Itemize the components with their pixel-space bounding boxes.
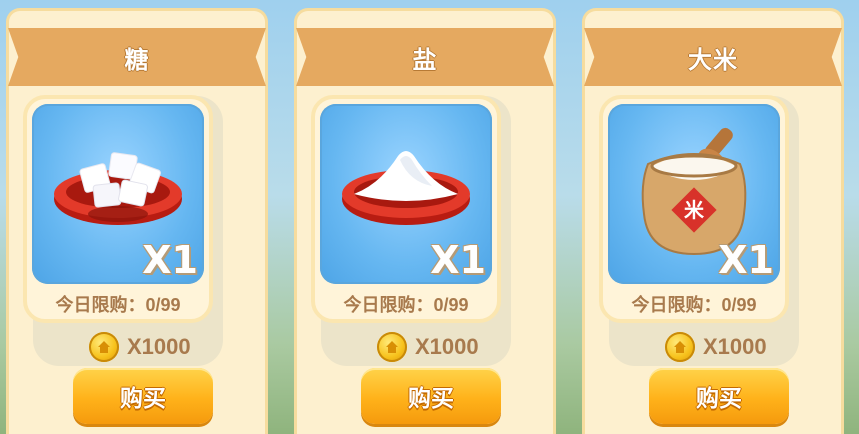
sack-label: 米 xyxy=(684,198,705,222)
buy-button-label: 购买 xyxy=(120,385,166,411)
item-price: X1000 xyxy=(127,334,191,359)
item-title: 大米 xyxy=(688,46,738,74)
buy-button-label: 购买 xyxy=(696,385,742,411)
item-frame: 米 X1 今日限购：0/99 xyxy=(599,95,789,323)
buy-button-label: 购买 xyxy=(408,385,454,411)
price-row: X1000 xyxy=(377,330,537,364)
item-quantity: X1 xyxy=(718,238,774,282)
shop-panel: 糖 X1 今日限购：0/99 X1000 购买 盐 X1 今日限购：0/99 X… xyxy=(0,0,859,434)
buy-button[interactable]: 购买 xyxy=(361,368,501,424)
item-image-box[interactable]: X1 xyxy=(320,104,492,284)
gold-coin-icon xyxy=(665,332,695,362)
buy-button[interactable]: 购买 xyxy=(73,368,213,424)
buy-button[interactable]: 购买 xyxy=(649,368,789,424)
item-image-box[interactable]: X1 xyxy=(32,104,204,284)
price-row: X1000 xyxy=(665,330,825,364)
item-quantity: X1 xyxy=(142,238,198,282)
item-price: X1000 xyxy=(415,334,479,359)
daily-limit-text: 今日限购：0/99 xyxy=(55,295,181,315)
shop-card-sugar: 糖 X1 今日限购：0/99 X1000 购买 xyxy=(6,8,268,434)
gold-coin-icon xyxy=(89,332,119,362)
item-title: 盐 xyxy=(412,46,438,74)
shop-card-salt: 盐 X1 今日限购：0/99 X1000 购买 xyxy=(294,8,556,434)
item-image-box[interactable]: 米 X1 xyxy=(608,104,780,284)
item-quantity: X1 xyxy=(430,238,486,282)
price-row: X1000 xyxy=(89,330,249,364)
shop-card-rice: 大米 米 X1 今日限购：0/99 X1000 购买 xyxy=(582,8,844,434)
item-title-ribbon: 大米 xyxy=(584,28,842,86)
item-price: X1000 xyxy=(703,334,767,359)
item-title: 糖 xyxy=(124,46,150,74)
item-title-ribbon: 糖 xyxy=(8,28,266,86)
gold-coin-icon xyxy=(377,332,407,362)
daily-limit-text: 今日限购：0/99 xyxy=(343,295,469,315)
item-title-ribbon: 盐 xyxy=(296,28,554,86)
item-frame: X1 今日限购：0/99 xyxy=(311,95,501,323)
item-frame: X1 今日限购：0/99 xyxy=(23,95,213,323)
daily-limit-text: 今日限购：0/99 xyxy=(631,295,757,315)
